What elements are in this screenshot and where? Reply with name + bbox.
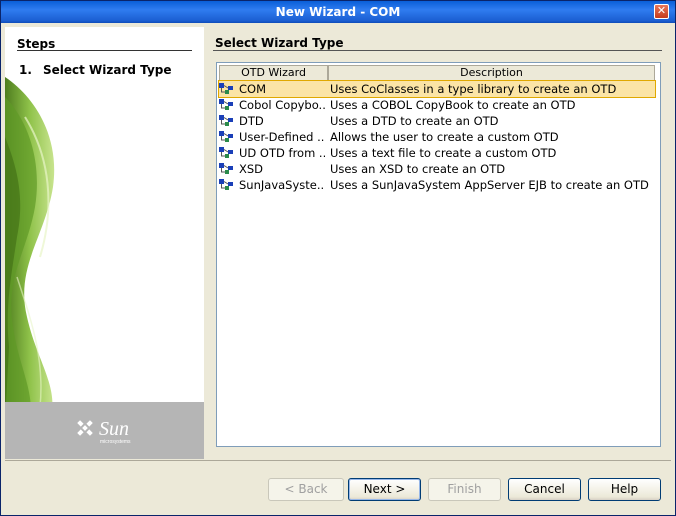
table-row[interactable]: Cobol Copybo... Uses a COBOL CopyBook to …	[219, 97, 655, 113]
otd-wizard-description: Uses a DTD to create an OTD	[330, 114, 499, 128]
table-row[interactable]: User-Defined ... Allows the user to creat…	[219, 129, 655, 145]
button-bar-divider	[5, 460, 671, 461]
otd-wizard-description: Uses a text file to create a custom OTD	[330, 146, 557, 160]
window-title: New Wizard - COM	[275, 5, 401, 19]
otd-wizard-icon	[219, 179, 233, 190]
sun-logo-icon: Sun microsystems	[77, 418, 131, 445]
otd-wizard-icon	[219, 163, 233, 174]
otd-wizard-icon	[219, 115, 233, 126]
step-number: 1.	[19, 63, 32, 77]
otd-wizard-name: XSD	[239, 162, 264, 176]
back-button[interactable]: < Back	[268, 478, 344, 501]
page-title: Select Wizard Type	[215, 36, 344, 50]
table-header: OTD Wizard Description	[219, 65, 655, 81]
otd-wizard-name: SunJavaSyste...	[239, 178, 325, 192]
steps-title: Steps	[17, 37, 56, 51]
help-button[interactable]: Help	[588, 478, 661, 501]
table-row[interactable]: DTD Uses a DTD to create an OTD	[219, 113, 655, 129]
table-row[interactable]: SunJavaSyste... Uses a SunJavaSystem AppS…	[219, 177, 655, 193]
wizard-window: New Wizard - COM ✕ Steps 1. Select Wizard…	[0, 0, 676, 516]
otd-wizard-name: COM	[239, 82, 267, 96]
otd-wizard-icon	[219, 99, 233, 110]
otd-wizard-icon	[219, 83, 233, 94]
otd-wizard-description: Allows the user to create a custom OTD	[330, 130, 559, 144]
title-bar[interactable]: New Wizard - COM ✕	[1, 1, 675, 23]
table-row[interactable]: XSD Uses an XSD to create an OTD	[219, 161, 655, 177]
otd-wizard-name: UD OTD from ...	[239, 146, 325, 160]
sun-logo-text: Sun	[99, 418, 129, 440]
title-divider	[213, 50, 662, 51]
sun-logo-subtext: microsystems	[100, 439, 131, 445]
cancel-button[interactable]: Cancel	[508, 478, 581, 501]
step-label: Select Wizard Type	[43, 63, 172, 77]
step-item-select-wizard-type: 1. Select Wizard Type	[19, 63, 172, 77]
otd-wizard-description: Uses a SunJavaSystem AppServer EJB to cr…	[330, 178, 649, 192]
close-button[interactable]: ✕	[654, 4, 669, 19]
column-header-otd-wizard[interactable]: OTD Wizard	[219, 65, 328, 81]
column-header-description[interactable]: Description	[328, 65, 655, 81]
otd-wizard-icon	[219, 131, 233, 142]
wizard-type-table[interactable]: OTD Wizard Description COM Uses CoClasses…	[216, 62, 661, 447]
otd-wizard-name: Cobol Copybo...	[239, 98, 325, 112]
table-body: COM Uses CoClasses in a type library to c…	[218, 80, 656, 193]
next-button[interactable]: Next >	[348, 478, 421, 501]
otd-wizard-icon	[219, 147, 233, 158]
otd-wizard-name: User-Defined ...	[239, 130, 325, 144]
brand-area: Sun microsystems	[5, 402, 204, 459]
otd-wizard-name: DTD	[239, 114, 264, 128]
otd-wizard-description: Uses CoClasses in a type library to crea…	[330, 82, 617, 96]
steps-divider	[17, 50, 192, 51]
otd-wizard-description: Uses a COBOL CopyBook to create an OTD	[330, 98, 576, 112]
green-swirl-art	[5, 77, 55, 422]
otd-wizard-description: Uses an XSD to create an OTD	[330, 162, 506, 176]
table-row[interactable]: COM Uses CoClasses in a type library to c…	[218, 80, 656, 98]
steps-panel: Steps 1. Select Wizard Type Sun microsys…	[5, 27, 204, 459]
table-row[interactable]: UD OTD from ... Uses a text file to creat…	[219, 145, 655, 161]
finish-button[interactable]: Finish	[428, 478, 501, 501]
